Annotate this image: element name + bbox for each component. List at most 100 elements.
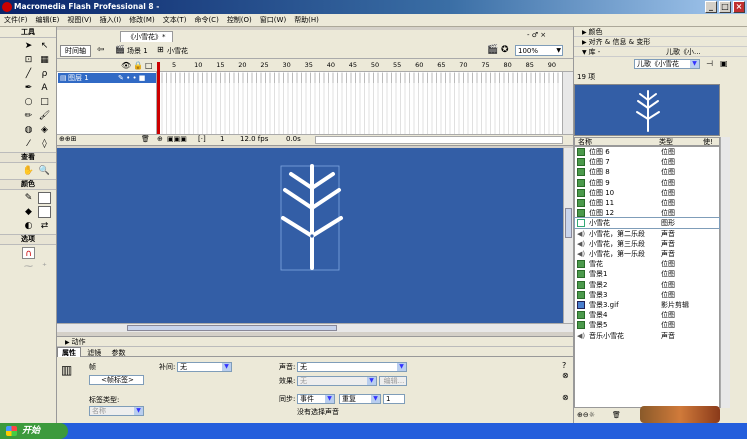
- menu-commands[interactable]: 命令(C): [190, 14, 222, 27]
- library-item[interactable]: 位图 6 位图: [575, 147, 719, 157]
- edit-button[interactable]: 编辑...: [379, 376, 407, 386]
- library-item[interactable]: 位图 8 位图: [575, 167, 719, 177]
- free-transform-tool-icon[interactable]: ⊡: [22, 54, 35, 66]
- stroke-color-swatch[interactable]: [38, 192, 51, 204]
- library-item[interactable]: 位图 7 位图: [575, 157, 719, 167]
- edit-scene-icon[interactable]: 🎬: [487, 45, 498, 55]
- scene-label[interactable]: 场景 1: [127, 46, 148, 56]
- black-white-icon[interactable]: ◐: [22, 220, 35, 232]
- fill-color-icon[interactable]: ◆: [22, 206, 35, 218]
- menu-view[interactable]: 视图(V): [63, 14, 95, 27]
- library-item[interactable]: 雪花 位图: [575, 259, 719, 269]
- stage-hscroll[interactable]: [57, 323, 573, 332]
- layer-row[interactable]: ▤ 图层 1 ✎ • • ■: [58, 73, 156, 83]
- onion-skin-icon[interactable]: ▣▣▣: [167, 135, 187, 143]
- timeline-toggle-button[interactable]: 时间轴: [60, 45, 91, 57]
- document-tab[interactable]: 《小雪花》*: [120, 31, 173, 42]
- edit-symbol-icon[interactable]: ✪: [501, 45, 509, 55]
- add-layer-icon[interactable]: ⊕⊕⊞: [59, 135, 77, 143]
- stroke-color-icon[interactable]: ✎: [22, 192, 35, 204]
- edit-markers-icon[interactable]: [·]: [198, 135, 206, 143]
- fill-color-swatch[interactable]: [38, 206, 51, 218]
- playhead[interactable]: [157, 62, 160, 134]
- outline-icon[interactable]: □: [145, 61, 153, 70]
- library-item[interactable]: ◀) 小雪花，第一乐段 声音: [575, 249, 719, 259]
- library-item[interactable]: 雪景4 位图: [575, 310, 719, 320]
- collapse-icon[interactable]: ⊗: [562, 371, 569, 380]
- align-panel-header[interactable]: ▶ 对齐 & 信息 & 变形: [574, 37, 747, 47]
- color-panel-header[interactable]: ▶ 颜色: [574, 27, 747, 37]
- pencil-tool-icon[interactable]: ✏: [22, 110, 35, 122]
- library-item[interactable]: 雪景1 位图: [575, 269, 719, 279]
- stage-vscroll[interactable]: [563, 148, 573, 323]
- library-item[interactable]: ◀) 音乐小雪花 声音: [575, 331, 719, 341]
- library-item[interactable]: ◀) 小雪花，第三乐段 声音: [575, 239, 719, 249]
- library-item[interactable]: 雪景2 位图: [575, 280, 719, 290]
- straighten-icon[interactable]: ⁺: [38, 261, 51, 273]
- maximize-button[interactable]: □: [719, 1, 731, 13]
- hand-tool-icon[interactable]: ✋: [22, 165, 35, 177]
- ink-bottle-tool-icon[interactable]: ◍: [22, 124, 35, 136]
- snap-magnet-icon[interactable]: ∩: [22, 247, 35, 259]
- zoom-tool-icon[interactable]: 🔍: [38, 165, 51, 177]
- oval-tool-icon[interactable]: ○: [22, 96, 35, 108]
- pin-icon[interactable]: ⊣: [706, 59, 713, 68]
- stage[interactable]: [57, 148, 573, 323]
- library-item[interactable]: 位图 11 位图: [575, 198, 719, 208]
- library-item[interactable]: 雪景5 位图: [575, 320, 719, 330]
- library-item[interactable]: 雪景3.gif 影片剪辑: [575, 300, 719, 310]
- swap-colors-icon[interactable]: ⇄: [38, 220, 51, 232]
- new-symbol-icon[interactable]: ⊕⊖☼: [577, 411, 595, 419]
- eraser-tool-icon[interactable]: ◊: [38, 138, 51, 150]
- label-type-select[interactable]: 名称 ▼: [89, 406, 144, 416]
- actions-panel-header[interactable]: ▶ 动作: [57, 336, 573, 346]
- minimize-button[interactable]: _: [705, 1, 717, 13]
- smooth-icon[interactable]: ⁓: [22, 261, 35, 273]
- menu-help[interactable]: 帮助(H): [290, 14, 323, 27]
- new-library-icon[interactable]: ▣: [720, 59, 728, 68]
- pen-tool-icon[interactable]: ✒: [22, 82, 35, 94]
- back-arrow-icon[interactable]: ⇦: [97, 45, 105, 55]
- brush-tool-icon[interactable]: 🖌: [38, 110, 51, 122]
- menu-modify[interactable]: 修改(M): [125, 14, 159, 27]
- close-button[interactable]: ×: [733, 1, 745, 13]
- help-icon[interactable]: ?: [562, 361, 566, 370]
- library-item[interactable]: 位图 12 位图: [575, 208, 719, 218]
- layer-frames-row[interactable]: [157, 73, 562, 83]
- delete-item-icon[interactable]: 🗑: [612, 411, 621, 419]
- repeat-count-input[interactable]: 1: [383, 394, 405, 404]
- subselection-tool-icon[interactable]: ↖: [38, 40, 51, 52]
- doc-window-controls-icon[interactable]: - ♂ ×: [527, 31, 546, 39]
- timeline-hscroll[interactable]: [315, 136, 563, 144]
- menu-text[interactable]: 文本(T): [159, 14, 191, 27]
- library-item[interactable]: 位图 10 位图: [575, 188, 719, 198]
- library-document-select[interactable]: 儿歌《小雪花 ▼: [634, 59, 700, 69]
- menu-control[interactable]: 控制(O): [223, 14, 256, 27]
- col-name[interactable]: 名称: [578, 138, 592, 146]
- library-item[interactable]: 雪景3 位图: [575, 290, 719, 300]
- rectangle-tool-icon[interactable]: □: [38, 96, 51, 108]
- menu-edit[interactable]: 编辑(E): [32, 14, 64, 27]
- sync-select[interactable]: 事件 ▼: [297, 394, 335, 404]
- line-tool-icon[interactable]: ╱: [22, 68, 35, 80]
- delete-layer-icon[interactable]: 🗑: [141, 135, 150, 143]
- snowflake-branch-graphic[interactable]: [57, 148, 573, 323]
- close-panel-icon[interactable]: ⊗: [562, 393, 569, 402]
- repeat-select[interactable]: 重复 ▼: [339, 394, 381, 404]
- center-frame-icon[interactable]: ⊕: [157, 135, 163, 143]
- tween-select[interactable]: 无 ▼: [177, 362, 232, 372]
- library-vscroll[interactable]: [720, 137, 730, 408]
- library-item[interactable]: ◀) 小雪花，第二乐段 声音: [575, 229, 719, 239]
- symbol-label[interactable]: 小雪花: [167, 46, 188, 56]
- frame-label-input[interactable]: <帧标签>: [89, 375, 144, 385]
- menu-window[interactable]: 窗口(W): [256, 14, 290, 27]
- zoom-select[interactable]: 100% ▼: [515, 45, 563, 56]
- library-item[interactable]: 小雪花 图形: [574, 217, 720, 230]
- col-type[interactable]: 类型: [659, 138, 673, 146]
- sound-select[interactable]: 无 ▼: [297, 362, 407, 372]
- effect-select[interactable]: 无 ▼: [297, 376, 377, 386]
- selection-tool-icon[interactable]: ➤: [22, 40, 35, 52]
- menu-file[interactable]: 文件(F): [0, 14, 32, 27]
- paint-bucket-tool-icon[interactable]: ◈: [38, 124, 51, 136]
- lasso-tool-icon[interactable]: ρ: [38, 68, 51, 80]
